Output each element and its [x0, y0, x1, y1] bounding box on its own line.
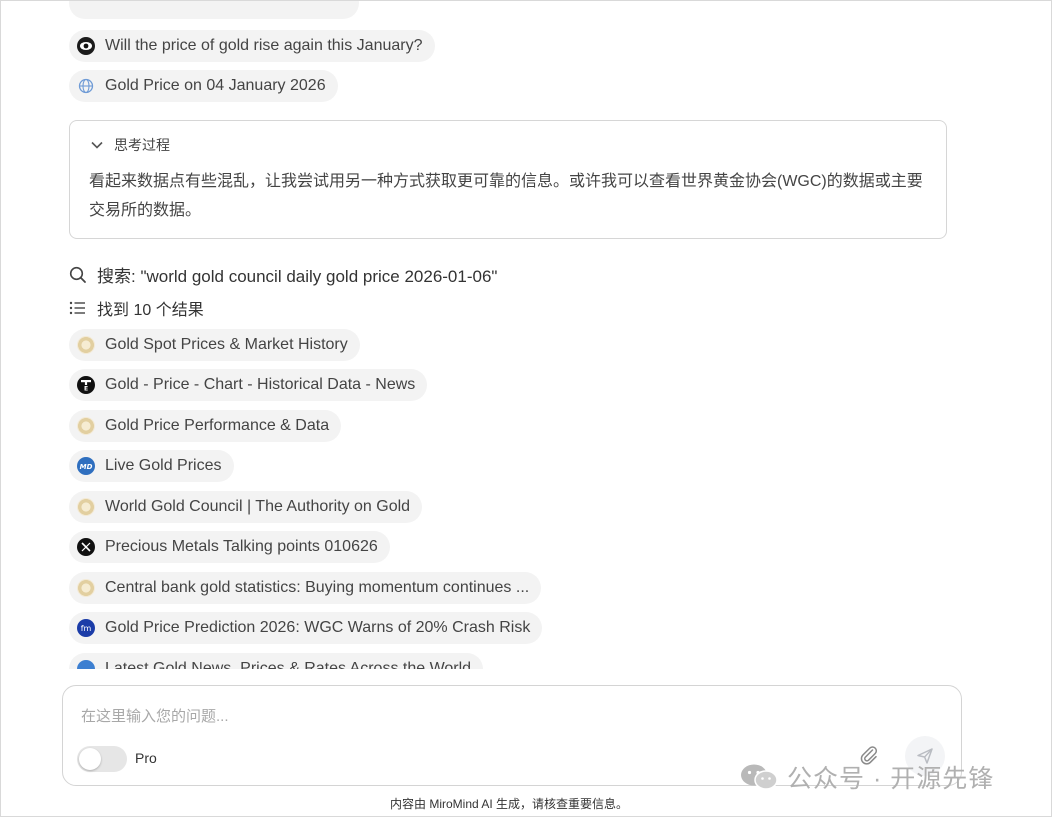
thinking-header-label: 思考过程: [114, 137, 170, 153]
md-logo-icon: MD: [77, 457, 95, 475]
watermark: 公众号 · 开源先锋: [739, 759, 994, 795]
question-input[interactable]: [81, 704, 841, 728]
results-count-line: 找到 10 个结果: [69, 296, 204, 320]
result-title: Gold Price Prediction 2026: WGC Warns of…: [105, 619, 531, 636]
gold-coin-icon: [77, 579, 95, 597]
result-chip[interactable]: Precious Metals Talking points 010626: [69, 531, 390, 563]
result-title: Central bank gold statistics: Buying mom…: [105, 579, 530, 596]
result-chip[interactable]: E Gold - Price - Chart - Historical Data…: [69, 369, 428, 401]
search-icon: [69, 266, 86, 283]
toggle-knob: [79, 748, 101, 770]
result-chip-partial[interactable]: [69, 1, 359, 19]
globe-icon: [77, 77, 95, 95]
thinking-toggle[interactable]: 思考过程: [90, 135, 170, 155]
blue-circle-icon: [77, 660, 95, 669]
results-count-text: 找到 10 个结果: [97, 302, 204, 319]
result-title: World Gold Council | The Authority on Go…: [105, 498, 411, 515]
svg-text:E: E: [84, 386, 88, 392]
search-query-text: 搜索: "world gold council daily gold price…: [97, 267, 498, 286]
svg-text:MD: MD: [80, 463, 93, 470]
result-title: Gold Price on 04 January 2026: [105, 77, 326, 94]
x-logo-icon: [77, 538, 95, 556]
result-title: Gold - Price - Chart - Historical Data -…: [105, 376, 416, 393]
fm-logo-icon: fm: [77, 619, 95, 637]
app-window: Will the price of gold rise again this J…: [0, 0, 1052, 817]
result-title: Gold Price Performance & Data: [105, 417, 330, 434]
result-chip[interactable]: MD Live Gold Prices: [69, 450, 234, 482]
pro-label: Pro: [135, 750, 157, 766]
chevron-down-icon: [91, 141, 103, 149]
result-title: Latest Gold News, Prices & Rates Across …: [105, 660, 472, 669]
result-title: Gold Spot Prices & Market History: [105, 336, 348, 353]
chat-scroll-area[interactable]: Will the price of gold rise again this J…: [1, 1, 1052, 669]
result-chip[interactable]: Latest Gold News, Prices & Rates Across …: [69, 653, 484, 669]
result-title: Precious Metals Talking points 010626: [105, 538, 378, 555]
eye-icon: [77, 37, 95, 55]
gold-coin-icon: [77, 336, 95, 354]
gold-coin-icon: [77, 417, 95, 435]
watermark-text: 公众号 · 开源先锋: [787, 765, 995, 793]
thinking-panel: 思考过程 看起来数据点有些混乱，让我尝试用另一种方式获取更可靠的信息。或许我可以…: [69, 120, 947, 239]
search-query-line: 搜索: "world gold council daily gold price…: [69, 262, 497, 287]
gold-coin-icon: [77, 498, 95, 516]
trading-economics-icon: E: [77, 376, 95, 394]
disclaimer: 内容由 MiroMind AI 生成，请核查重要信息。: [389, 797, 629, 811]
result-title: Will the price of gold rise again this J…: [105, 37, 423, 54]
result-chip[interactable]: World Gold Council | The Authority on Go…: [69, 491, 423, 523]
result-chip[interactable]: fm Gold Price Prediction 2026: WGC Warns…: [69, 612, 543, 644]
result-chip[interactable]: Central bank gold statistics: Buying mom…: [69, 572, 542, 604]
result-title: Live Gold Prices: [105, 457, 222, 474]
result-chip[interactable]: Will the price of gold rise again this J…: [69, 30, 435, 62]
result-chip[interactable]: Gold Spot Prices & Market History: [69, 329, 360, 361]
wechat-icon: [741, 764, 778, 790]
svg-text:fm: fm: [81, 624, 92, 633]
list-icon: [69, 301, 85, 315]
thinking-text: 看起来数据点有些混乱，让我尝试用另一种方式获取更可靠的信息。或许我可以查看世界黄…: [89, 173, 923, 219]
result-chip[interactable]: Gold Price Performance & Data: [69, 410, 342, 442]
result-chip[interactable]: Gold Price on 04 January 2026: [69, 70, 338, 102]
pro-toggle[interactable]: [77, 746, 127, 772]
